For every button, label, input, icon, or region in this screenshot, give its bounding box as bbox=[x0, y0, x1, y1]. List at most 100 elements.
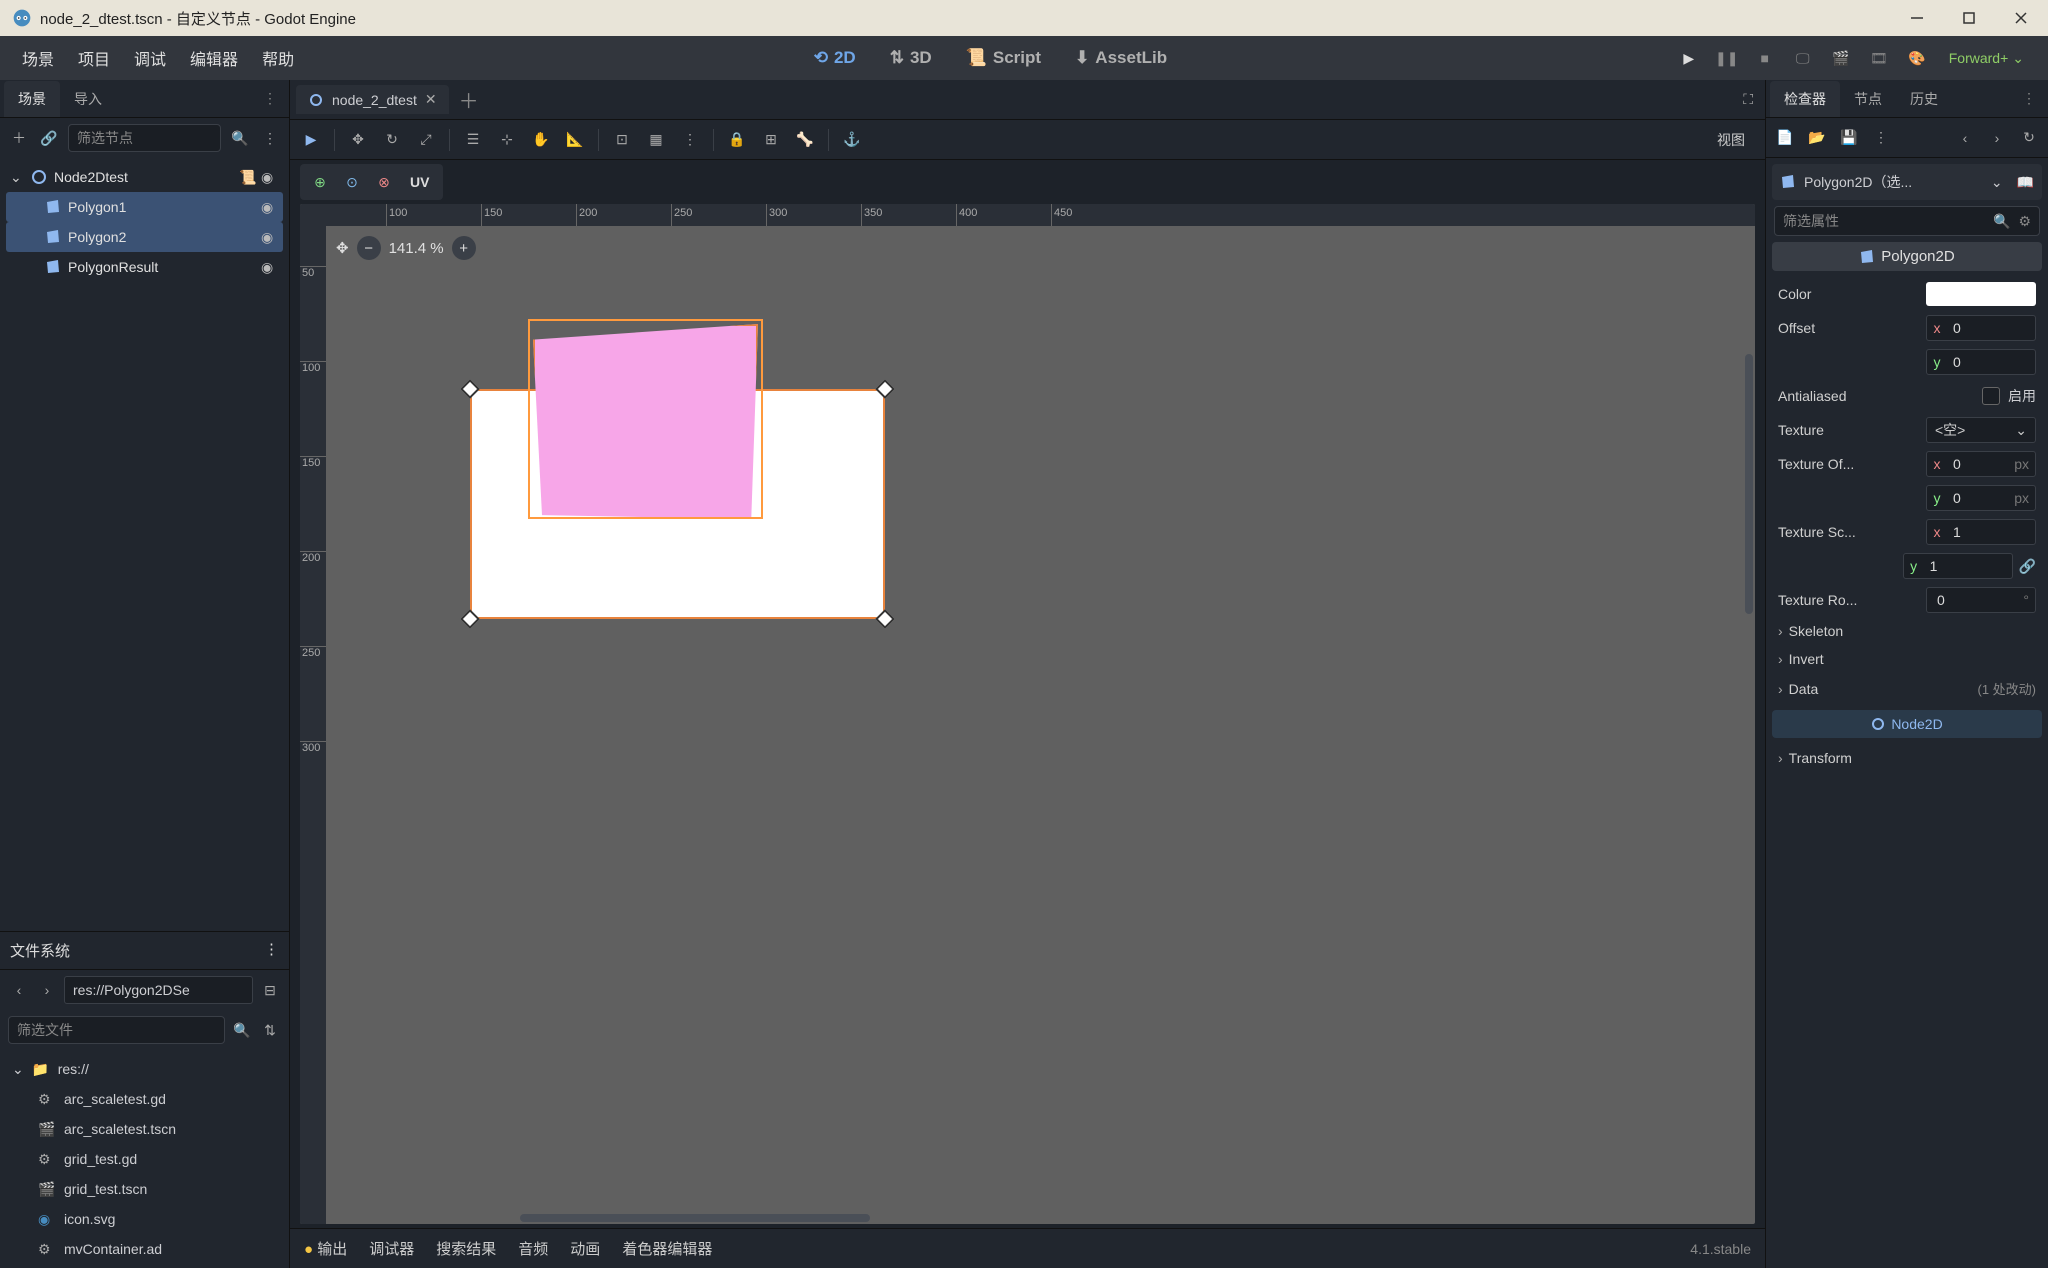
play-button[interactable]: ▶ bbox=[1675, 44, 1703, 72]
category-transform[interactable]: Transform bbox=[1766, 744, 2048, 772]
delete-point-icon[interactable]: ⊗ bbox=[372, 174, 396, 191]
close-button[interactable] bbox=[2014, 11, 2028, 25]
visibility-icon[interactable]: ◉ bbox=[261, 229, 279, 246]
node-root[interactable]: ⌄ Node2Dtest 📜 ◉ bbox=[6, 162, 283, 192]
zoom-out-button[interactable]: − bbox=[357, 236, 381, 260]
bone-icon[interactable]: 🦴 bbox=[794, 131, 816, 148]
canvas-viewport[interactable]: 100 150 200 250 300 350 400 450 50 100 1… bbox=[300, 204, 1755, 1224]
offset-x-input[interactable]: x0 bbox=[1926, 315, 2036, 341]
menu-scene[interactable]: 场景 bbox=[10, 40, 66, 76]
rotate-tool-icon[interactable]: ↻ bbox=[381, 131, 403, 148]
view-assetlib[interactable]: ⬇AssetLib bbox=[1061, 42, 1181, 74]
node-polygon1[interactable]: Polygon1 ◉ bbox=[6, 192, 283, 222]
stop-button[interactable]: ■ bbox=[1751, 44, 1779, 72]
dock-menu-icon[interactable]: ⋮ bbox=[2014, 90, 2044, 107]
render-button[interactable]: 🎨 bbox=[1903, 44, 1931, 72]
back-icon[interactable]: ‹ bbox=[8, 982, 30, 998]
texture-dropdown[interactable]: <空>⌄ bbox=[1926, 417, 2036, 443]
tab-inspector[interactable]: 检查器 bbox=[1770, 81, 1840, 117]
tex-offset-x-input[interactable]: x0px bbox=[1926, 451, 2036, 477]
offset-y-input[interactable]: y0 bbox=[1926, 349, 2036, 375]
sort-icon[interactable]: ⇅ bbox=[259, 1022, 281, 1039]
more-icon[interactable]: ⋮ bbox=[1870, 129, 1892, 146]
antialiased-checkbox[interactable] bbox=[1982, 387, 2000, 405]
split-view-icon[interactable]: ⊟ bbox=[259, 982, 281, 999]
search-icon[interactable]: 🔍 bbox=[229, 130, 251, 147]
color-picker[interactable] bbox=[1926, 282, 2036, 306]
add-node-icon[interactable]: ＋ bbox=[8, 128, 30, 148]
move-tool-icon[interactable]: ✥ bbox=[347, 131, 369, 148]
snap2-icon[interactable]: ⊡ bbox=[611, 131, 633, 148]
tex-scale-y-input[interactable]: y1 bbox=[1903, 553, 2013, 579]
snap-icon[interactable]: ⊹ bbox=[496, 131, 518, 148]
pan-tool-icon[interactable]: ✋ bbox=[530, 131, 552, 148]
visibility-icon[interactable]: ◉ bbox=[261, 169, 279, 186]
docs-icon[interactable]: 📖 bbox=[2017, 174, 2034, 191]
category-data[interactable]: Data(1 处改动) bbox=[1766, 673, 2048, 704]
shader-tab[interactable]: 着色器编辑器 bbox=[622, 1238, 712, 1259]
file-item[interactable]: ◉icon.svg bbox=[6, 1204, 283, 1234]
movie-button[interactable]: 🎬 bbox=[1827, 44, 1855, 72]
view-menu[interactable]: 视图 bbox=[1707, 130, 1755, 150]
file-item[interactable]: ⚙arc_scaletest.gd bbox=[6, 1084, 283, 1114]
output-tab[interactable]: 输出 bbox=[304, 1238, 347, 1259]
select-tool-icon[interactable]: ▶ bbox=[300, 131, 322, 148]
tab-import[interactable]: 导入 bbox=[60, 81, 116, 117]
pause-button[interactable]: ❚❚ bbox=[1713, 44, 1741, 72]
history-forward-icon[interactable]: › bbox=[1986, 130, 2008, 146]
anchor-icon[interactable]: ⚓ bbox=[841, 131, 863, 148]
render-mode-dropdown[interactable]: Forward+ ⌄ bbox=[1941, 46, 2032, 71]
load-resource-icon[interactable]: 📂 bbox=[1806, 129, 1828, 146]
node-polygonresult[interactable]: PolygonResult ◉ bbox=[6, 252, 283, 282]
path-field[interactable]: res://Polygon2DSe bbox=[64, 976, 253, 1004]
refresh-icon[interactable]: ↻ bbox=[2018, 129, 2040, 146]
tab-scene[interactable]: 场景 bbox=[4, 81, 60, 117]
vertical-scrollbar[interactable] bbox=[1745, 354, 1753, 614]
menu-debug[interactable]: 调试 bbox=[122, 40, 178, 76]
visibility-icon[interactable]: ◉ bbox=[261, 259, 279, 276]
link-icon[interactable]: 🔗 bbox=[38, 130, 60, 147]
section-node2d[interactable]: Node2D bbox=[1772, 710, 2042, 738]
settings-icon[interactable]: ⚙ bbox=[2018, 213, 2031, 230]
node-polygon2[interactable]: Polygon2 ◉ bbox=[6, 222, 283, 252]
filter-files-input[interactable]: 筛选文件 bbox=[8, 1016, 225, 1044]
add-tab-icon[interactable]: ＋ bbox=[459, 85, 479, 114]
forward-icon[interactable]: › bbox=[36, 982, 58, 998]
tab-history[interactable]: 历史 bbox=[1896, 81, 1952, 117]
section-polygon2d[interactable]: Polygon2D bbox=[1772, 242, 2042, 271]
zoom-reset-icon[interactable]: ✥ bbox=[336, 239, 349, 257]
maximize-button[interactable] bbox=[1962, 11, 1976, 25]
search-icon[interactable]: 🔍 bbox=[231, 1022, 253, 1039]
scene-tab[interactable]: node_2_dtest ✕ bbox=[296, 85, 449, 114]
tex-offset-y-input[interactable]: y0px bbox=[1926, 485, 2036, 511]
save-resource-icon[interactable]: 💾 bbox=[1838, 129, 1860, 146]
dock-menu-icon[interactable]: ⋮ bbox=[264, 940, 279, 961]
snap3-icon[interactable]: ⋮ bbox=[679, 131, 701, 148]
zoom-level[interactable]: 141.4 % bbox=[389, 240, 444, 257]
audio-tab[interactable]: 音频 bbox=[518, 1238, 548, 1259]
scale-tool-icon[interactable]: ⤢ bbox=[415, 131, 437, 148]
group-icon[interactable]: ⊞ bbox=[760, 131, 782, 148]
filter-properties-input[interactable]: 筛选属性 🔍 ⚙ bbox=[1774, 206, 2040, 236]
remote-button[interactable]: 🖵 bbox=[1789, 44, 1817, 72]
list-icon[interactable]: ☰ bbox=[462, 131, 484, 148]
view-script[interactable]: 📜Script bbox=[952, 42, 1055, 74]
file-item[interactable]: 🎬arc_scaletest.tscn bbox=[6, 1114, 283, 1144]
tex-rot-input[interactable]: 0° bbox=[1926, 587, 2036, 613]
tab-node[interactable]: 节点 bbox=[1840, 81, 1896, 117]
grid-icon[interactable]: ▦ bbox=[645, 131, 667, 148]
file-item[interactable]: ⚙grid_test.gd bbox=[6, 1144, 283, 1174]
uv-button[interactable]: UV bbox=[404, 174, 435, 190]
close-tab-icon[interactable]: ✕ bbox=[425, 91, 437, 108]
history-back-icon[interactable]: ‹ bbox=[1954, 130, 1976, 146]
file-item[interactable]: 🎬grid_test.tscn bbox=[6, 1174, 283, 1204]
debugger-tab[interactable]: 调试器 bbox=[369, 1238, 414, 1259]
category-skeleton[interactable]: Skeleton bbox=[1766, 617, 2048, 645]
link-icon[interactable]: 🔗 bbox=[2019, 558, 2036, 575]
play-scene-button[interactable]: 🎞 bbox=[1865, 44, 1893, 72]
folder-res[interactable]: ⌄📁res:// bbox=[6, 1054, 283, 1084]
object-selector[interactable]: Polygon2D（选... ⌄ 📖 bbox=[1772, 164, 2042, 200]
fullscreen-icon[interactable]: ⛶ bbox=[1737, 91, 1759, 108]
filter-nodes-input[interactable]: 筛选节点 bbox=[68, 124, 221, 152]
zoom-in-button[interactable]: + bbox=[452, 236, 476, 260]
